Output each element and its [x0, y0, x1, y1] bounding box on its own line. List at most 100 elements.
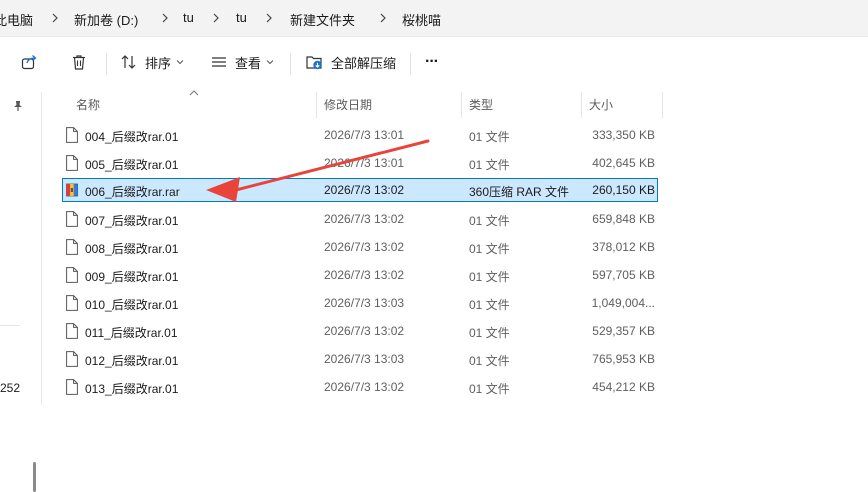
file-name: 004_后缀改rar.01: [85, 130, 179, 144]
file-type: 01 文件: [469, 158, 510, 172]
file-row[interactable]: 007_后缀改rar.01 2026/7/3 13:02 01 文件 659,848 …: [62, 207, 658, 231]
file-row[interactable]: 010_后缀改rar.01 2026/7/3 13:03 01 文件 1,049,00…: [62, 291, 658, 315]
file-icon: [66, 351, 78, 367]
file-size: 1,049,004...: [591, 296, 655, 310]
nav-item-partial[interactable]: 252: [0, 381, 20, 395]
file-modified: 2026/7/3 13:01: [324, 128, 405, 142]
extract-all-label: 全部解压缩: [331, 55, 397, 71]
file-row[interactable]: 008_后缀改rar.01 2026/7/3 13:02 01 文件 378,012 …: [62, 235, 658, 259]
file-name: 006_后缀改rar.rar: [85, 185, 180, 199]
breadcrumb-tu[interactable]: tu: [183, 10, 194, 25]
column-header-name[interactable]: 名称: [76, 96, 100, 124]
file-type: 01 文件: [469, 242, 510, 256]
file-icon: [66, 295, 78, 311]
nav-scrollbar-thumb[interactable]: [33, 462, 36, 492]
column-divider[interactable]: [662, 92, 663, 118]
file-name: 010_后缀改rar.01: [85, 298, 179, 312]
file-name: 013_后缀改rar.01: [85, 382, 179, 396]
breadcrumb-current-folder[interactable]: 桜桃喵: [402, 10, 441, 29]
file-modified: 2026/7/3 13:03: [324, 296, 405, 310]
chevron-right-icon: [52, 13, 58, 23]
file-size: 333,350 KB: [592, 128, 655, 142]
nav-divider-line: [0, 325, 20, 326]
file-modified: 2026/7/3 13:02: [324, 380, 405, 394]
chevron-right-icon: [162, 13, 168, 23]
breadcrumb-new-folder[interactable]: 新建文件夹: [290, 10, 355, 29]
file-size: 454,212 KB: [592, 380, 655, 394]
pin-icon[interactable]: [12, 100, 24, 112]
file-name: 005_后缀改rar.01: [85, 158, 179, 172]
file-modified: 2026/7/3 13:03: [324, 352, 405, 366]
file-icon: [66, 323, 78, 339]
file-modified: 2026/7/3 13:02: [324, 268, 405, 282]
file-row[interactable]: 011_后缀改rar.01 2026/7/3 13:02 01 文件 529,357 …: [62, 319, 658, 343]
toolbar-separator: [290, 53, 291, 75]
file-modified: 2026/7/3 13:02: [324, 212, 405, 226]
file-type: 01 文件: [469, 382, 510, 396]
sort-ascending-icon: [189, 90, 199, 96]
file-modified: 2026/7/3 13:02: [324, 183, 405, 197]
file-icon: [66, 127, 78, 143]
file-size: 402,645 KB: [592, 156, 655, 170]
file-row[interactable]: 009_后缀改rar.01 2026/7/3 13:02 01 文件 597,705 …: [62, 263, 658, 287]
file-icon: [66, 155, 78, 171]
file-row[interactable]: 005_后缀改rar.01 2026/7/3 13:01 01 文件 402,645 …: [62, 151, 658, 175]
command-toolbar: 排序 查看 全部解压缩 ···: [0, 36, 868, 93]
toolbar-separator: [106, 53, 107, 75]
file-size: 659,848 KB: [592, 212, 655, 226]
extract-archive-icon: [306, 56, 322, 70]
share-icon: [21, 55, 37, 70]
column-header-modified[interactable]: 修改日期: [324, 96, 372, 124]
column-header-type[interactable]: 类型: [469, 96, 493, 124]
view-button[interactable]: 查看: [210, 47, 274, 77]
view-label: 查看: [235, 55, 262, 71]
rar-archive-icon: [66, 183, 78, 197]
more-options-button[interactable]: ···: [425, 47, 439, 77]
file-type: 01 文件: [469, 130, 510, 144]
address-breadcrumb-bar: 此电脑 新加卷 (D:) tu tu 新建文件夹 桜桃喵: [0, 0, 868, 36]
file-size: 529,357 KB: [592, 324, 655, 338]
pane-divider[interactable]: [41, 92, 42, 405]
file-type: 01 文件: [469, 270, 510, 284]
delete-button[interactable]: [70, 47, 88, 77]
file-modified: 2026/7/3 13:01: [324, 156, 405, 170]
sort-label: 排序: [145, 55, 172, 71]
file-name: 008_后缀改rar.01: [85, 242, 179, 256]
file-name: 009_后缀改rar.01: [85, 270, 179, 284]
file-icon: [66, 211, 78, 227]
navigation-pane: 252: [0, 92, 42, 492]
file-name: 011_后缀改rar.01: [85, 326, 178, 340]
extract-all-button[interactable]: 全部解压缩: [305, 47, 396, 77]
file-row[interactable]: 004_后缀改rar.01 2026/7/3 13:01 01 文件 333,350 …: [62, 123, 658, 147]
file-size: 378,012 KB: [592, 240, 655, 254]
file-row[interactable]: 012_后缀改rar.01 2026/7/3 13:03 01 文件 765,953 …: [62, 347, 658, 371]
file-icon: [66, 239, 78, 255]
column-divider[interactable]: [581, 92, 582, 118]
view-lines-icon: [212, 57, 226, 67]
file-size: 597,705 KB: [592, 268, 655, 282]
trash-icon: [73, 55, 85, 70]
file-row[interactable]: 006_后缀改rar.rar 2026/7/3 13:02 360压缩 RAR 文件…: [62, 178, 658, 202]
sort-button[interactable]: 排序: [120, 47, 184, 77]
file-row[interactable]: 013_后缀改rar.01 2026/7/3 13:02 01 文件 454,212 …: [62, 375, 658, 399]
chevron-down-icon: [176, 60, 184, 65]
file-size: 260,150 KB: [592, 183, 655, 197]
column-divider[interactable]: [461, 92, 462, 118]
breadcrumb-tu-2[interactable]: tu: [236, 10, 247, 25]
sort-icon: [121, 55, 136, 69]
breadcrumb-volume-d[interactable]: 新加卷 (D:): [74, 10, 138, 29]
file-type: 01 文件: [469, 326, 510, 340]
column-header-size[interactable]: 大小: [589, 96, 613, 124]
column-divider[interactable]: [316, 92, 317, 118]
file-size: 765,953 KB: [592, 352, 655, 366]
share-button[interactable]: [20, 47, 38, 77]
breadcrumb-this-pc[interactable]: 此电脑: [0, 10, 33, 29]
file-modified: 2026/7/3 13:02: [324, 324, 405, 338]
chevron-right-icon: [266, 13, 272, 23]
file-icon: [66, 267, 78, 283]
file-type: 01 文件: [469, 298, 510, 312]
file-type: 01 文件: [469, 214, 510, 228]
file-type: 360压缩 RAR 文件: [469, 185, 570, 199]
file-name: 012_后缀改rar.01: [85, 354, 179, 368]
chevron-down-icon: [266, 60, 274, 65]
